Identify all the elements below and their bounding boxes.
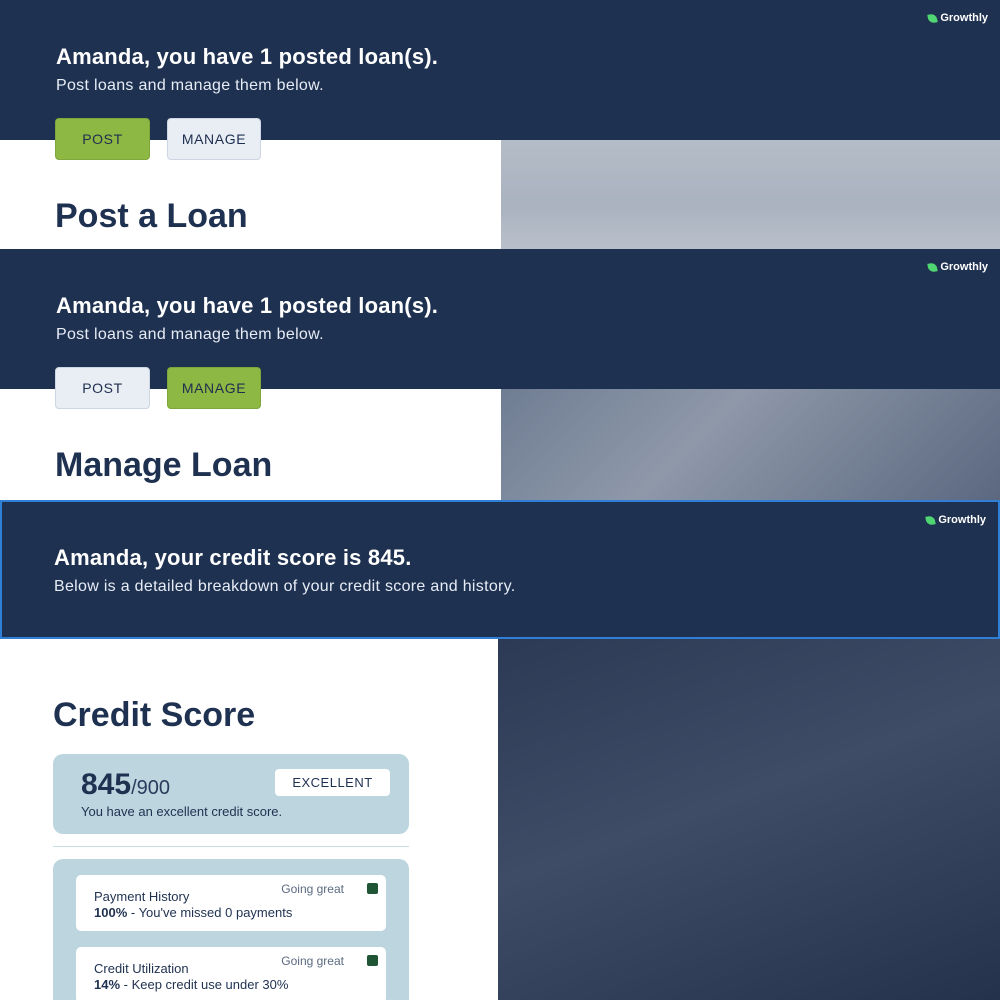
factor-card-payment-history[interactable]: Payment History 100% - You've missed 0 p… <box>76 875 386 931</box>
hero-subtitle: Post loans and manage them below. <box>56 77 324 94</box>
factor-detail: 100% - You've missed 0 payments <box>94 905 292 920</box>
manage-button[interactable]: MANAGE <box>167 118 261 160</box>
rating-badge: EXCELLENT <box>275 769 390 796</box>
payment-terminal-photo <box>498 639 1000 1000</box>
brand-name: Growthly <box>940 261 988 273</box>
status-indicator-icon <box>367 883 378 894</box>
brand-logo[interactable]: Growthly <box>925 514 986 526</box>
factor-label: Credit Utilization <box>94 961 189 976</box>
hero-photo <box>501 140 1000 249</box>
factor-card-credit-utilization[interactable]: Credit Utilization 14% - Keep credit use… <box>76 947 386 1000</box>
leaf-icon <box>927 261 939 273</box>
factor-description: - You've missed 0 payments <box>127 905 293 920</box>
post-button[interactable]: POST <box>55 118 150 160</box>
factor-description: - Keep credit use under 30% <box>120 977 289 992</box>
leaf-icon <box>925 514 937 526</box>
hero-photo <box>501 389 1000 500</box>
credit-factors-panel: Payment History 100% - You've missed 0 p… <box>53 859 409 1000</box>
hero-subtitle: Below is a detailed breakdown of your cr… <box>54 578 516 595</box>
factor-label: Payment History <box>94 889 190 904</box>
section-title: Post a Loan <box>55 197 248 235</box>
divider <box>53 846 409 847</box>
brand-name: Growthly <box>938 514 986 526</box>
hero-headline: Amanda, you have 1 posted loan(s). <box>56 293 439 318</box>
score-description: You have an excellent credit score. <box>81 804 283 819</box>
score-card: 845/900 You have an excellent credit sco… <box>53 754 409 834</box>
brand-name: Growthly <box>940 12 988 24</box>
section-title: Credit Score <box>53 696 256 734</box>
credit-score-screen: Growthly Amanda, your credit score is 84… <box>0 500 1000 1000</box>
score-number: 845 <box>81 768 132 801</box>
brand-logo[interactable]: Growthly <box>927 261 988 273</box>
manage-button[interactable]: MANAGE <box>167 367 261 409</box>
factor-status: Going great <box>281 954 344 968</box>
factor-value: 14% <box>94 977 121 992</box>
score-max: /900 <box>131 777 170 799</box>
leaf-icon <box>927 12 939 24</box>
factor-value: 100% <box>94 905 128 920</box>
status-indicator-icon <box>367 955 378 966</box>
section-title: Manage Loan <box>55 446 273 484</box>
post-loan-screen: Growthly Amanda, you have 1 posted loan(… <box>0 0 1000 249</box>
hero-headline: Amanda, your credit score is 845. <box>54 545 412 570</box>
hero-banner: Growthly Amanda, you have 1 posted loan(… <box>0 0 1000 140</box>
score-value: 845/900 <box>81 768 170 802</box>
factor-status: Going great <box>281 882 344 896</box>
hero-banner: Growthly Amanda, your credit score is 84… <box>0 500 1000 639</box>
hero-headline: Amanda, you have 1 posted loan(s). <box>56 44 439 69</box>
factor-detail: 14% - Keep credit use under 30% <box>94 977 288 992</box>
brand-logo[interactable]: Growthly <box>927 12 988 24</box>
hero-banner: Growthly Amanda, you have 1 posted loan(… <box>0 249 1000 389</box>
hero-subtitle: Post loans and manage them below. <box>56 326 324 343</box>
post-button[interactable]: POST <box>55 367 150 409</box>
manage-loan-screen: Growthly Amanda, you have 1 posted loan(… <box>0 249 1000 500</box>
